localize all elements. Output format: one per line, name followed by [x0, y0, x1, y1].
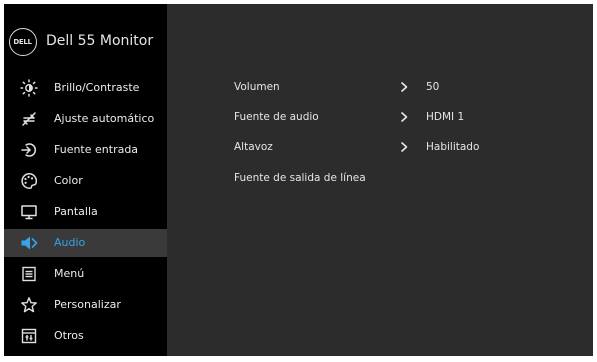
star-icon	[21, 297, 37, 313]
chevron-right-icon	[400, 81, 408, 93]
sidebar-item-menu[interactable]: Menú	[4, 260, 167, 288]
sidebar-item-label: Brillo/Contraste	[54, 81, 140, 94]
setting-label: Volumen	[234, 81, 280, 93]
sidebar-item-label: Pantalla	[54, 205, 98, 218]
setting-row-altavoz[interactable]: Altavoz Habilitado	[234, 141, 574, 159]
sidebar-item-personalizar[interactable]: Personalizar	[4, 291, 167, 319]
setting-value: HDMI 1	[426, 111, 465, 123]
sidebar: DELL Dell 55 Monitor Brillo/Contraste Aj…	[4, 4, 167, 356]
sidebar-item-ajuste-automatico[interactable]: Ajuste automático	[4, 105, 167, 133]
header-area	[167, 4, 593, 67]
others-icon	[21, 328, 37, 344]
setting-row-fuente-de-audio[interactable]: Fuente de audio HDMI 1	[234, 111, 574, 129]
display-icon	[21, 205, 37, 220]
brightness-icon	[20, 79, 38, 97]
auto-adjust-icon	[22, 112, 36, 126]
sidebar-item-label: Personalizar	[54, 298, 121, 311]
setting-row-volumen[interactable]: Volumen 50	[234, 81, 574, 99]
input-source-icon	[21, 143, 36, 157]
dell-logo: DELL	[9, 28, 37, 56]
setting-label: Altavoz	[234, 141, 273, 153]
sidebar-item-label: Fuente entrada	[54, 143, 139, 156]
sidebar-item-brillo-contraste[interactable]: Brillo/Contraste	[4, 74, 167, 102]
sidebar-item-label: Otros	[54, 329, 84, 342]
sidebar-item-audio[interactable]: Audio	[4, 229, 167, 257]
sidebar-item-label: Color	[54, 174, 83, 187]
setting-value: 50	[426, 81, 440, 93]
setting-row-fuente-de-salida-de-linea[interactable]: Fuente de salida de línea	[234, 172, 574, 190]
sidebar-item-label: Ajuste automático	[54, 112, 155, 125]
sidebar-item-color[interactable]: Color	[4, 167, 167, 195]
setting-value: Habilitado	[426, 141, 480, 153]
chevron-right-icon	[400, 141, 408, 153]
sidebar-item-otros[interactable]: Otros	[4, 322, 167, 350]
sidebar-item-fuente-entrada[interactable]: Fuente entrada	[4, 136, 167, 164]
sidebar-item-label: Menú	[54, 267, 85, 280]
monitor-osd: DELL Dell 55 Monitor Brillo/Contraste Aj…	[4, 4, 593, 356]
sidebar-item-label: Audio	[54, 236, 86, 249]
speaker-icon	[21, 236, 38, 250]
sidebar-item-pantalla[interactable]: Pantalla	[4, 198, 167, 226]
menu-icon	[22, 266, 36, 282]
monitor-title: Dell 55 Monitor	[46, 33, 154, 49]
chevron-right-icon	[400, 111, 408, 123]
setting-label: Fuente de audio	[234, 111, 319, 123]
setting-label: Fuente de salida de línea	[234, 172, 366, 184]
color-palette-icon	[21, 173, 38, 189]
logo-text: DELL	[13, 38, 32, 46]
